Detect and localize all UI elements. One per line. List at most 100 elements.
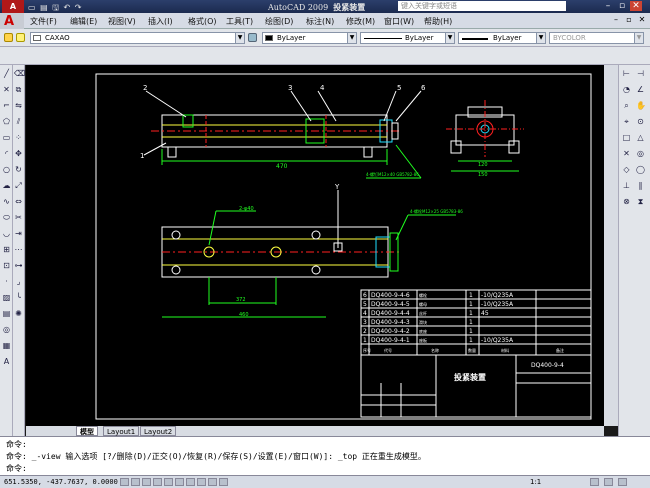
rectangle-icon[interactable]: ▭: [2, 133, 11, 142]
dimension-aligned-icon[interactable]: ⊣: [636, 69, 645, 78]
make-block-icon[interactable]: ⊡: [2, 261, 11, 270]
plotstyle-dropdown[interactable]: BYCOLOR ▼: [549, 32, 644, 44]
trim-icon[interactable]: ✂: [14, 213, 23, 222]
lwt-mode-button[interactable]: [208, 478, 217, 486]
ducs-mode-button[interactable]: [186, 478, 195, 486]
mtext-icon[interactable]: A: [2, 357, 11, 366]
grid-mode-button[interactable]: [131, 478, 140, 486]
dimension-linear-icon[interactable]: ⊢: [622, 69, 631, 78]
tab-layout1[interactable]: Layout1: [103, 426, 140, 436]
doc-close-icon[interactable]: ✕: [636, 15, 648, 26]
menu-tools[interactable]: 工具(T): [226, 16, 253, 27]
command-prompt[interactable]: 命令:: [6, 463, 27, 474]
minimize-icon[interactable]: –: [602, 1, 614, 11]
region-icon[interactable]: ◎: [2, 325, 11, 334]
point-icon[interactable]: ·: [2, 277, 11, 286]
menu-insert[interactable]: 插入(I): [148, 16, 173, 27]
offset-icon[interactable]: ⫽: [14, 117, 23, 126]
osnap-icon[interactable]: ⊙: [636, 117, 645, 126]
lock-icon[interactable]: [604, 478, 613, 486]
tangent-icon[interactable]: ◯: [636, 165, 645, 174]
break-icon[interactable]: ⋯: [14, 245, 23, 254]
join-icon[interactable]: ⊶: [14, 261, 23, 270]
revcloud-icon[interactable]: ☁: [2, 181, 11, 190]
ortho-mode-button[interactable]: [142, 478, 151, 486]
array-icon[interactable]: ⁘: [14, 133, 23, 142]
scale-icon[interactable]: ⤢: [14, 181, 23, 190]
command-line[interactable]: 命令: 命令: _-view 输入选项 [?/删除(D)/正交(O)/恢复(R)…: [0, 436, 650, 475]
menu-view[interactable]: 视图(V): [108, 16, 136, 27]
menu-modify[interactable]: 修改(M): [346, 16, 375, 27]
menu-window[interactable]: 窗口(W): [384, 16, 414, 27]
circle-icon[interactable]: ○: [2, 165, 11, 174]
dyn-mode-button[interactable]: [197, 478, 206, 486]
explode-icon[interactable]: ✺: [14, 309, 23, 318]
otrack-mode-button[interactable]: [175, 478, 184, 486]
menu-draw[interactable]: 绘图(D): [265, 16, 293, 27]
menu-file[interactable]: 文件(F): [30, 16, 57, 27]
layer-dropdown[interactable]: CAXAO ▼: [30, 32, 245, 44]
drawing-area[interactable]: 470 2 3 4 5 6 1 4-螺钉M12×40 GB5782-86 120…: [26, 65, 604, 426]
annotation-scale[interactable]: 1:1: [530, 478, 541, 486]
ellipse-arc-icon[interactable]: ◡: [2, 229, 11, 238]
doc-restore-icon[interactable]: ▫: [623, 15, 635, 26]
color-dropdown[interactable]: ByLayer ▼: [262, 32, 357, 44]
zoom-icon[interactable]: ⌕: [622, 101, 631, 110]
chamfer-icon[interactable]: ⌟: [14, 277, 23, 286]
layer-manager-icon[interactable]: [4, 33, 13, 42]
dimension-radius-icon[interactable]: ◔: [622, 85, 631, 94]
autocad-logo[interactable]: A: [2, 0, 24, 13]
extend-icon[interactable]: ⇥: [14, 229, 23, 238]
menu-format[interactable]: 格式(O): [188, 16, 217, 27]
vertical-scrollbar[interactable]: [604, 65, 618, 426]
intersection-icon[interactable]: ✕: [622, 149, 631, 158]
snap-mode-button[interactable]: [120, 478, 129, 486]
erase-icon[interactable]: ⌫: [14, 69, 25, 78]
tab-layout2[interactable]: Layout2: [140, 426, 177, 436]
construction-line-icon[interactable]: ✕: [2, 85, 11, 94]
close-icon[interactable]: ✕: [630, 1, 642, 11]
hatch-icon[interactable]: ▨: [2, 293, 11, 302]
layer-previous-icon[interactable]: [248, 33, 257, 42]
doc-minimize-icon[interactable]: –: [610, 15, 622, 26]
quadrant-icon[interactable]: ◇: [622, 165, 631, 174]
search-input[interactable]: 键入关键字或短语: [398, 1, 566, 11]
horizontal-scrollbar[interactable]: [190, 426, 604, 436]
arc-icon[interactable]: ◜: [2, 149, 11, 158]
pan-icon[interactable]: ✋: [636, 101, 646, 110]
midpoint-icon[interactable]: △: [636, 133, 645, 142]
fillet-icon[interactable]: ╰: [14, 293, 23, 302]
lightbulb-icon[interactable]: [16, 33, 25, 42]
dimension-angular-icon[interactable]: ∠: [636, 85, 645, 94]
endpoint-icon[interactable]: □: [622, 133, 631, 142]
snap-icon[interactable]: ⌖: [622, 117, 631, 126]
perpendicular-icon[interactable]: ⊥: [622, 181, 631, 190]
insert-block-icon[interactable]: ⊞: [2, 245, 11, 254]
center-icon[interactable]: ◎: [636, 149, 645, 158]
polygon-icon[interactable]: ⬠: [2, 117, 11, 126]
osnap-mode-button[interactable]: [164, 478, 173, 486]
lineweight-dropdown[interactable]: ByLayer ▼: [458, 32, 546, 44]
move-icon[interactable]: ✥: [14, 149, 23, 158]
spline-icon[interactable]: ∿: [2, 197, 11, 206]
workspace-icon[interactable]: [590, 478, 599, 486]
polyline-icon[interactable]: ⌐: [2, 101, 11, 110]
ellipse-icon[interactable]: ⬭: [2, 213, 11, 222]
gradient-icon[interactable]: ▤: [2, 309, 11, 318]
stretch-icon[interactable]: ⇔: [14, 197, 23, 206]
nearest-icon[interactable]: ⧗: [636, 197, 645, 206]
copy-icon[interactable]: ⧉: [14, 85, 23, 94]
mirror-icon[interactable]: ⇋: [14, 101, 23, 110]
restore-icon[interactable]: ▫: [616, 1, 628, 11]
qp-mode-button[interactable]: [219, 478, 228, 486]
tab-model[interactable]: 模型: [76, 426, 98, 436]
clean-screen-icon[interactable]: [618, 478, 627, 486]
menu-dimension[interactable]: 标注(N): [306, 16, 334, 27]
menu-help[interactable]: 帮助(H): [424, 16, 452, 27]
node-icon[interactable]: ⊗: [622, 197, 631, 206]
app-menu-button[interactable]: A: [0, 13, 24, 29]
menu-edit[interactable]: 编辑(E): [70, 16, 97, 27]
linetype-dropdown[interactable]: ByLayer ▼: [360, 32, 455, 44]
parallel-icon[interactable]: ∥: [636, 181, 645, 190]
rotate-icon[interactable]: ↻: [14, 165, 23, 174]
